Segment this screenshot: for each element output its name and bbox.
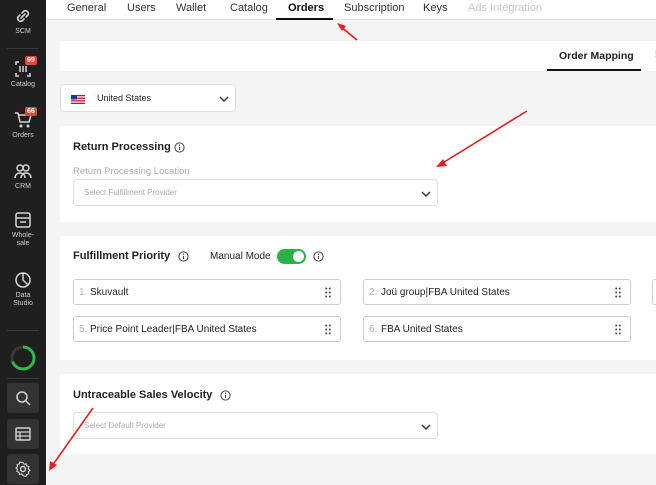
sidebar-item-label: Catalog — [10, 81, 36, 88]
manual-mode-toggle[interactable] — [277, 249, 306, 264]
priority-name: Skuvault — [90, 287, 129, 298]
tab-ads-integration[interactable]: Ads Integration — [468, 2, 542, 14]
sales-velocity-title: Untraceable Sales Velocity — [73, 389, 213, 401]
chevron-down-icon — [219, 96, 229, 102]
drag-handle-icon[interactable] — [325, 324, 331, 335]
store-icon — [15, 212, 31, 228]
divider — [7, 48, 39, 49]
sidebar: SCM 99 Catalog 66 Orders CRM Whole- sale… — [0, 0, 46, 485]
settings-tabs: General Users Wallet Catalog Orders Subs… — [46, 0, 656, 20]
search-button[interactable] — [7, 383, 39, 413]
search-icon — [16, 391, 31, 406]
us-flag-icon — [71, 95, 85, 104]
users-icon — [14, 164, 32, 179]
pie-chart-icon — [15, 272, 31, 288]
default-provider-select[interactable]: Select Default Provider — [73, 412, 438, 439]
sidebar-item-data-studio[interactable]: Data Studio — [0, 270, 46, 308]
priority-number: 5. — [79, 324, 88, 335]
sidebar-item-label: Orders — [12, 132, 34, 139]
sidebar-item-label: SCM — [15, 28, 31, 35]
fulfillment-priority-card: Fulfillment Priority Manual Mode 1. Skuv… — [60, 236, 656, 360]
fulfillment-provider-select[interactable]: Select Fulfillment Provider — [73, 179, 438, 206]
priority-item-partial[interactable] — [652, 279, 656, 305]
table-button[interactable] — [7, 419, 39, 449]
priority-item[interactable]: 1. Skuvault — [73, 279, 341, 305]
tab-subscription[interactable]: Subscription — [344, 2, 405, 14]
sidebar-item-label: Whole- sale — [11, 232, 35, 247]
drag-handle-icon[interactable] — [325, 287, 331, 298]
priority-number: 1. — [79, 287, 88, 298]
fulfillment-provider-placeholder: Select Fulfillment Provider — [84, 188, 177, 197]
return-processing-card: Return Processing Return Processing Loca… — [60, 126, 656, 222]
priority-item[interactable]: 5. Price Point Leader|FBA United States — [73, 316, 341, 342]
manual-mode-label: Manual Mode — [210, 251, 271, 262]
tab-users[interactable]: Users — [127, 2, 156, 14]
info-icon[interactable] — [313, 251, 324, 262]
link-icon — [16, 9, 30, 23]
drag-handle-icon[interactable] — [615, 287, 621, 298]
priority-item[interactable]: 2. Joü group|FBA United States — [363, 279, 631, 305]
orders-badge: 66 — [25, 107, 37, 116]
priority-name: Price Point Leader|FBA United States — [90, 324, 257, 335]
progress-ring-icon[interactable] — [9, 344, 37, 372]
sidebar-item-label: Data Studio — [13, 292, 33, 307]
country-value: United States — [97, 93, 152, 103]
active-tab-indicator — [276, 18, 333, 20]
tab-keys[interactable]: Keys — [423, 2, 447, 14]
return-processing-location-label: Return Processing Location — [73, 166, 190, 177]
country-select[interactable]: United States — [60, 84, 236, 112]
info-icon[interactable] — [178, 251, 189, 262]
subtab-order-mapping[interactable]: Order Mapping — [559, 50, 634, 62]
sales-velocity-card: Untraceable Sales Velocity Select Defaul… — [60, 374, 656, 454]
sidebar-item-wholesale[interactable]: Whole- sale — [0, 210, 46, 248]
sidebar-item-crm[interactable]: CRM — [0, 161, 46, 191]
priority-number: 6. — [369, 324, 378, 335]
tab-general[interactable]: General — [67, 2, 106, 14]
tab-catalog[interactable]: Catalog — [230, 2, 268, 14]
default-provider-placeholder: Select Default Provider — [84, 421, 166, 430]
tab-wallet[interactable]: Wallet — [176, 2, 206, 14]
subtab-bar: Order Mapping ⦙ — [60, 41, 656, 71]
table-icon — [15, 427, 31, 441]
sidebar-item-label: CRM — [15, 183, 31, 190]
priority-name: FBA United States — [381, 324, 463, 335]
drag-handle-icon[interactable] — [615, 324, 621, 335]
fulfillment-priority-title: Fulfillment Priority — [73, 250, 171, 262]
tab-orders[interactable]: Orders — [288, 2, 324, 14]
sidebar-item-scm[interactable]: SCM — [0, 6, 46, 36]
chevron-down-icon — [421, 424, 431, 430]
priority-number: 2. — [369, 287, 378, 298]
gear-icon — [15, 461, 31, 477]
info-icon[interactable] — [174, 142, 185, 153]
sidebar-item-catalog[interactable]: 99 Catalog — [0, 56, 46, 89]
settings-button[interactable] — [7, 454, 39, 484]
toggle-knob — [293, 251, 304, 262]
divider — [7, 378, 39, 379]
divider — [7, 330, 39, 331]
info-icon[interactable] — [220, 390, 231, 401]
catalog-badge: 99 — [25, 56, 37, 65]
priority-item[interactable]: 6. FBA United States — [363, 316, 631, 342]
return-processing-title: Return Processing — [73, 141, 171, 153]
chevron-down-icon — [421, 191, 431, 197]
sidebar-item-orders[interactable]: 66 Orders — [0, 107, 46, 140]
priority-name: Joü group|FBA United States — [381, 287, 510, 298]
active-subtab-indicator — [547, 69, 641, 71]
